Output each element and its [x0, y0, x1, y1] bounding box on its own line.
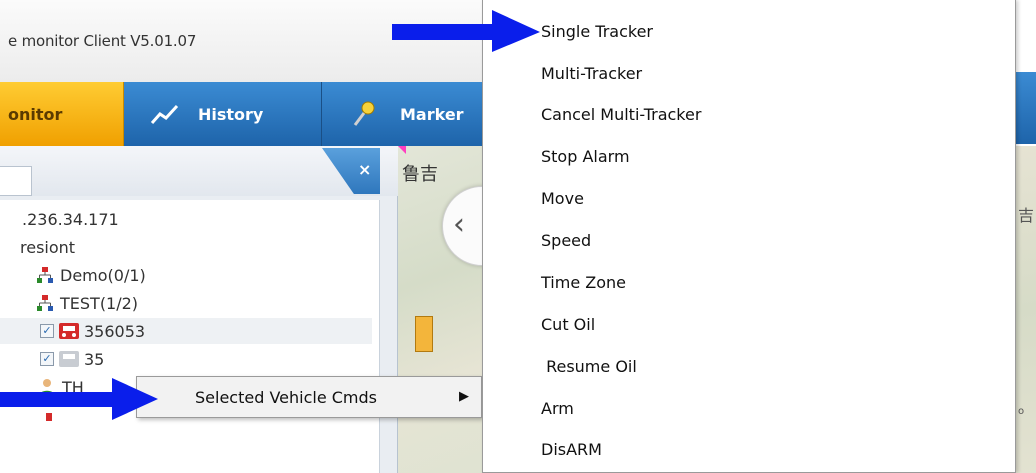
tree-account[interactable]: resiont: [20, 234, 75, 260]
menu-item-arm[interactable]: Arm: [541, 396, 574, 422]
submenu-arrow-icon: ▶: [459, 389, 469, 404]
menu-item-single-tracker[interactable]: Single Tracker: [541, 19, 653, 45]
tree-group[interactable]: Demo(0/1): [34, 262, 146, 288]
annotation-arrow-right-icon: [392, 10, 540, 52]
menu-item-resume-oil[interactable]: Resume Oil: [541, 354, 637, 380]
menu-item-move[interactable]: Move: [541, 186, 584, 212]
trend-line-icon: [150, 100, 180, 128]
right-map-strip: 吉 o: [1016, 0, 1036, 473]
account-name: resiont: [20, 237, 76, 257]
vehicle-id: 35: [84, 349, 105, 369]
menu-item-time-zone[interactable]: Time Zone: [541, 270, 626, 296]
tree-vehicle[interactable]: ✓ 356053: [0, 318, 372, 344]
search-input[interactable]: [0, 166, 32, 196]
pushpin-icon: [350, 100, 380, 128]
menu-item-stop-alarm[interactable]: Stop Alarm: [541, 144, 630, 170]
group-network-icon: [34, 293, 56, 313]
monitor-tab-label: onitor: [8, 104, 63, 124]
menu-item-disarm[interactable]: DisARM: [541, 437, 602, 463]
car-icon: [58, 321, 80, 341]
right-map-tile: 吉 o: [1016, 146, 1036, 473]
server-address: .236.34.171: [22, 209, 119, 229]
history-tab[interactable]: History: [124, 82, 322, 146]
menu-item-cancel-multi-tracker[interactable]: Cancel Multi-Tracker: [541, 102, 701, 128]
selected-vehicle-cmds-item[interactable]: Selected Vehicle Cmds: [195, 388, 377, 407]
menu-item-speed[interactable]: Speed: [541, 228, 591, 254]
vehicle-checkbox[interactable]: ✓: [40, 324, 54, 338]
window-title: e monitor Client V5.01.07: [8, 32, 197, 50]
street-view-pegman-icon[interactable]: [415, 316, 433, 352]
vehicle-panel: × .236.34.171 resiont Demo(0/1) TEST(1/2…: [0, 146, 398, 473]
group-label: TEST(1/2): [60, 293, 139, 313]
map-place-label: o: [1018, 406, 1025, 417]
panel-header: ×: [0, 146, 398, 196]
map-place-label: 吉: [1018, 206, 1035, 225]
history-tab-label: History: [198, 104, 264, 124]
marker-tab-label: Marker: [400, 104, 464, 124]
right-toolbar-fragment: [1016, 72, 1036, 144]
vehicle-id: 356053: [84, 321, 146, 341]
main-toolbar: onitor History Marker: [0, 82, 490, 146]
context-menu: Selected Vehicle Cmds ▶: [136, 376, 482, 418]
map-place-label: 鲁吉: [402, 164, 438, 185]
vehicle-checkbox[interactable]: ✓: [40, 352, 54, 366]
vehicle-tree: .236.34.171 resiont Demo(0/1) TEST(1/2) …: [0, 200, 380, 473]
group-label: Demo(0/1): [60, 265, 146, 285]
map-corner-marker: [398, 146, 406, 154]
vehicle-command-menu: Single Tracker Multi-Tracker Cancel Mult…: [482, 0, 1016, 473]
monitor-tab[interactable]: onitor: [0, 82, 124, 146]
tree-vehicle[interactable]: ✓ 35: [40, 346, 104, 372]
car-icon: [58, 349, 80, 369]
tree-server[interactable]: .236.34.171: [22, 206, 119, 232]
annotation-arrow-right-icon: [0, 378, 158, 420]
group-network-icon: [34, 265, 56, 285]
close-icon[interactable]: ×: [358, 160, 371, 179]
marker-tab[interactable]: Marker: [322, 82, 490, 146]
menu-item-multi-tracker[interactable]: Multi-Tracker: [541, 61, 642, 87]
map-view[interactable]: 鲁吉 拉克 ‹: [398, 146, 490, 473]
menu-item-cut-oil[interactable]: Cut Oil: [541, 312, 595, 338]
chevron-left-icon[interactable]: ‹: [453, 207, 465, 242]
tree-group[interactable]: TEST(1/2): [34, 290, 138, 316]
